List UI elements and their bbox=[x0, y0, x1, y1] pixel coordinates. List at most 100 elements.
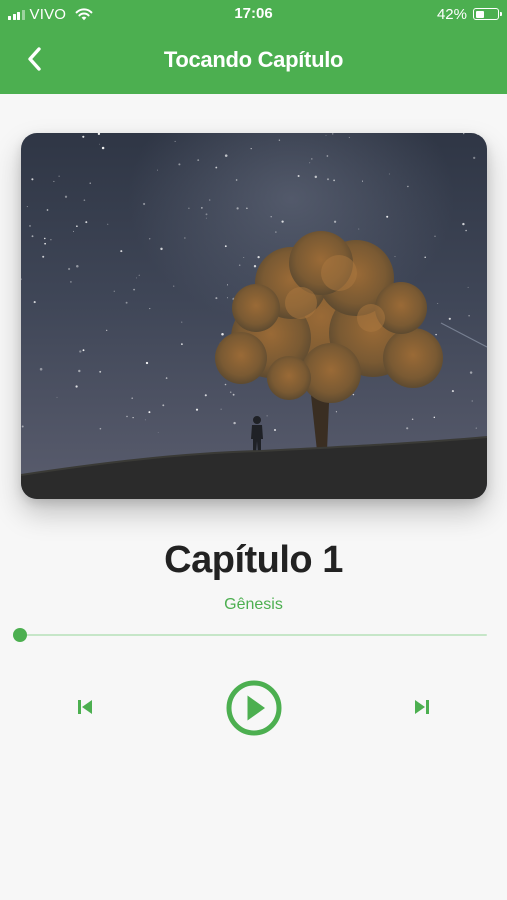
star bbox=[21, 425, 24, 428]
star bbox=[437, 303, 439, 304]
star bbox=[178, 163, 181, 166]
battery-icon bbox=[473, 8, 502, 20]
star bbox=[156, 169, 159, 171]
star bbox=[333, 179, 335, 182]
next-button[interactable] bbox=[407, 694, 437, 720]
progress-track[interactable] bbox=[20, 634, 487, 636]
star bbox=[174, 140, 176, 142]
status-bar: VIVO 17:06 42% bbox=[0, 0, 507, 28]
star bbox=[53, 180, 55, 182]
star bbox=[85, 221, 88, 224]
star bbox=[352, 393, 355, 396]
star bbox=[257, 255, 260, 259]
star bbox=[224, 383, 227, 386]
star bbox=[471, 400, 473, 402]
star bbox=[184, 237, 186, 239]
star bbox=[314, 175, 318, 179]
star bbox=[232, 393, 235, 396]
star bbox=[435, 333, 437, 336]
star bbox=[83, 199, 86, 202]
star bbox=[309, 162, 311, 164]
star bbox=[424, 256, 426, 259]
star bbox=[361, 180, 364, 182]
star bbox=[44, 237, 46, 240]
star bbox=[388, 173, 390, 175]
star bbox=[473, 156, 476, 160]
battery-percent: 42% bbox=[436, 5, 467, 23]
night-tree-image bbox=[21, 133, 487, 499]
star bbox=[208, 199, 211, 201]
star bbox=[76, 225, 78, 227]
star bbox=[162, 404, 165, 407]
star bbox=[39, 367, 43, 371]
star bbox=[469, 371, 473, 374]
star bbox=[173, 285, 175, 287]
star bbox=[406, 427, 409, 430]
star bbox=[195, 408, 199, 411]
page-title: Tocando Capítulo bbox=[163, 47, 344, 72]
star bbox=[462, 222, 465, 226]
play-circle-icon bbox=[226, 680, 282, 736]
chapter-title: Capítulo 1 bbox=[164, 539, 343, 581]
star bbox=[411, 418, 414, 420]
star bbox=[278, 139, 281, 141]
star bbox=[143, 202, 146, 206]
star bbox=[125, 301, 128, 304]
star bbox=[465, 229, 467, 232]
star bbox=[126, 415, 128, 418]
star bbox=[31, 178, 34, 181]
chapter-artwork bbox=[21, 133, 487, 499]
status-right: 42% bbox=[436, 5, 502, 23]
star bbox=[238, 264, 241, 266]
star bbox=[82, 135, 85, 138]
star bbox=[149, 238, 151, 240]
star bbox=[220, 408, 222, 410]
star bbox=[73, 230, 74, 232]
star bbox=[106, 329, 108, 331]
star bbox=[138, 274, 140, 276]
progress-slider[interactable] bbox=[13, 627, 487, 643]
star bbox=[434, 235, 436, 237]
star bbox=[181, 321, 183, 323]
star bbox=[26, 206, 28, 208]
star bbox=[311, 158, 313, 160]
star bbox=[246, 207, 248, 209]
star bbox=[275, 231, 277, 233]
star bbox=[467, 286, 469, 288]
star bbox=[348, 136, 350, 138]
star bbox=[224, 154, 228, 157]
star bbox=[181, 343, 183, 345]
star bbox=[325, 134, 327, 136]
star bbox=[394, 256, 396, 258]
star bbox=[229, 391, 232, 394]
star bbox=[407, 185, 409, 188]
star bbox=[82, 349, 85, 352]
book-name: Gênesis bbox=[224, 596, 283, 613]
star bbox=[165, 377, 168, 379]
star bbox=[160, 247, 163, 251]
star bbox=[326, 155, 329, 157]
star bbox=[205, 213, 208, 216]
star bbox=[99, 143, 101, 145]
star bbox=[197, 159, 200, 161]
star bbox=[227, 297, 228, 299]
star bbox=[79, 350, 82, 353]
star bbox=[50, 239, 52, 241]
star bbox=[358, 228, 360, 230]
star bbox=[326, 178, 330, 181]
previous-button[interactable] bbox=[70, 694, 100, 720]
play-button[interactable] bbox=[225, 679, 283, 737]
star bbox=[281, 220, 284, 223]
star bbox=[333, 220, 337, 223]
progress-thumb[interactable] bbox=[13, 628, 27, 642]
star bbox=[243, 256, 245, 258]
star bbox=[205, 217, 207, 219]
star bbox=[270, 215, 272, 218]
star bbox=[99, 370, 102, 373]
star bbox=[476, 134, 478, 135]
star bbox=[204, 394, 207, 397]
star bbox=[250, 147, 252, 150]
star bbox=[58, 175, 60, 177]
nav-bar: Tocando Capítulo bbox=[0, 28, 507, 94]
status-time: 17:06 bbox=[234, 5, 273, 22]
